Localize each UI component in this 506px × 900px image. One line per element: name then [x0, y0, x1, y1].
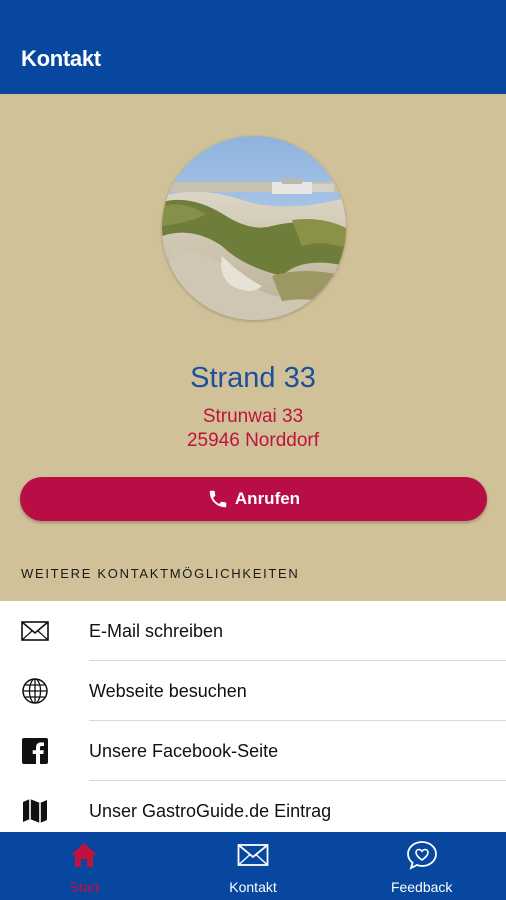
- beach-dune-photo-icon: [162, 136, 346, 320]
- gastroguide-row[interactable]: Unser GastroGuide.de Eintrag: [0, 781, 506, 832]
- venue-header: Strand 33 Strunwai 33 25946 Norddorf Anr…: [0, 94, 506, 600]
- app-bar: Kontakt: [0, 0, 506, 94]
- more-contacts-heading: WEITERE KONTAKTMÖGLICHKEITEN: [21, 566, 300, 581]
- heart-speech-icon: [405, 840, 439, 870]
- bottom-tab-bar: Start Kontakt Feedback: [0, 832, 506, 900]
- phone-icon: [207, 488, 229, 510]
- tab-start-label: Start: [69, 879, 100, 895]
- website-row[interactable]: Webseite besuchen: [0, 661, 506, 721]
- facebook-row[interactable]: Unsere Facebook-Seite: [0, 721, 506, 781]
- website-row-label: Webseite besuchen: [89, 680, 247, 701]
- facebook-icon: [20, 736, 50, 766]
- home-icon: [67, 840, 101, 870]
- tab-feedback-label: Feedback: [390, 879, 453, 895]
- venue-address-street: Strunwai 33: [202, 406, 304, 427]
- map-icon: [20, 796, 50, 826]
- tab-kontakt-label: Kontakt: [229, 879, 277, 895]
- mail-icon: [20, 616, 50, 646]
- facebook-row-label: Unsere Facebook-Seite: [89, 740, 279, 761]
- contact-options-list: E-Mail schreiben Webseite besuchen Unser…: [0, 601, 506, 832]
- venue-photo: [162, 136, 346, 320]
- page-title: Kontakt: [21, 46, 101, 71]
- call-button-label: Anrufen: [234, 489, 301, 508]
- tab-kontakt[interactable]: Kontakt: [169, 832, 338, 900]
- email-row-label: E-Mail schreiben: [89, 620, 224, 641]
- tab-start[interactable]: Start: [0, 832, 169, 900]
- globe-icon: [20, 676, 50, 706]
- gastroguide-row-label: Unser GastroGuide.de Eintrag: [89, 800, 332, 821]
- email-row[interactable]: E-Mail schreiben: [0, 601, 506, 661]
- venue-name: Strand 33: [190, 362, 316, 394]
- mail-icon: [236, 840, 270, 870]
- tab-feedback[interactable]: Feedback: [337, 832, 506, 900]
- call-button[interactable]: Anrufen: [20, 477, 487, 521]
- venue-address-city: 25946 Norddorf: [186, 430, 320, 451]
